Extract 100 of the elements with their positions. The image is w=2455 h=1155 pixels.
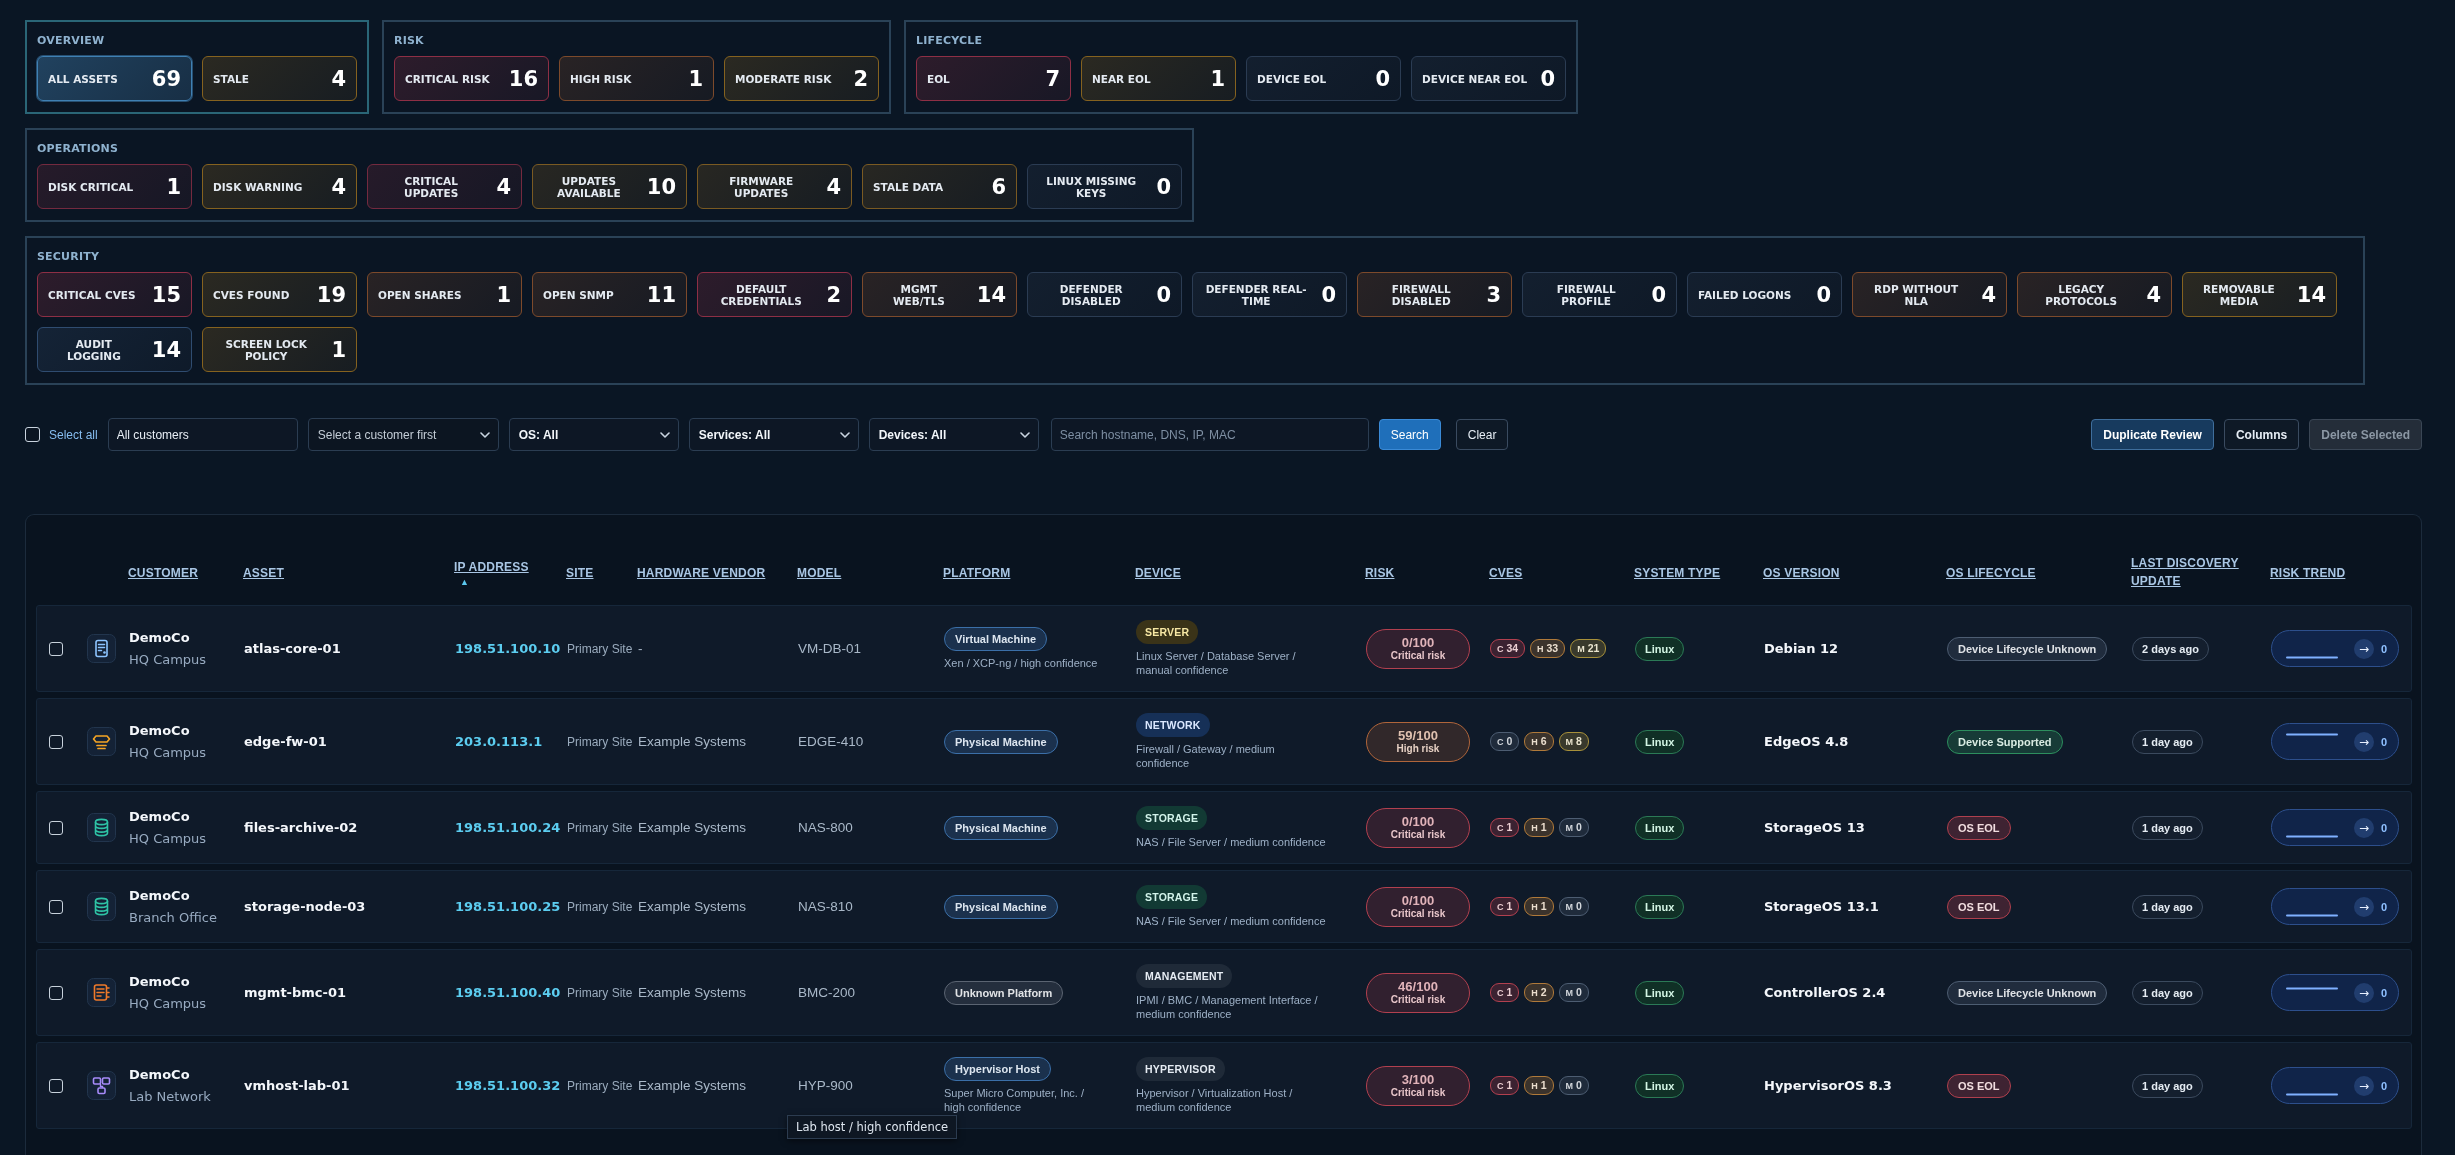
row-checkbox[interactable]	[49, 985, 63, 1000]
row-checkbox[interactable]	[49, 641, 63, 656]
column-header[interactable]: CVES	[1489, 563, 1523, 582]
row-checkbox[interactable]	[49, 1078, 63, 1093]
column-header[interactable]: SYSTEM TYPE	[1634, 563, 1721, 582]
card-label: MGMT WEB/TLS	[891, 282, 946, 307]
site-name: Primary Site	[567, 1077, 634, 1095]
os-version: EdgeOS 4.8	[1764, 734, 1850, 749]
column-header[interactable]: DEVICE	[1135, 563, 1181, 582]
tooltip: Lab host / high confidence	[787, 1115, 958, 1139]
risk-trend-pill[interactable]: → 0	[2271, 974, 2399, 1011]
summary-card[interactable]: DEFAULT CREDENTIALS 2	[697, 272, 852, 317]
filter-dropdown[interactable]: Devices: All	[868, 418, 1039, 451]
column-header[interactable]: IP ADDRESS	[454, 557, 529, 576]
card-count: 1	[331, 337, 346, 362]
asset-hostname: edge-fw-01	[244, 734, 328, 749]
platform-badge: Physical Machine	[944, 894, 1058, 919]
risk-trend-pill[interactable]: → 0	[2271, 888, 2399, 925]
column-header[interactable]: CUSTOMER	[128, 563, 199, 582]
clear-button[interactable]: Clear	[1455, 419, 1509, 450]
summary-card[interactable]: STALE 4	[202, 56, 357, 101]
device-detail: Hypervisor / Virtualization Host / medium confidence	[1136, 1086, 1294, 1114]
risk-label: Critical risk	[1390, 994, 1446, 1006]
risk-trend-sparkline	[2286, 913, 2338, 917]
device-detail: IPMI / BMC / Management Interface / medium confidence	[1136, 993, 1319, 1021]
summary-card[interactable]: STALE DATA 6	[862, 164, 1017, 209]
summary-card[interactable]: MGMT WEB/TLS 14	[862, 272, 1017, 317]
column-header[interactable]: RISK	[1365, 563, 1395, 582]
summary-card[interactable]: DEVICE NEAR EOL 0	[1411, 56, 1566, 101]
column-header[interactable]: HARDWARE VENDOR	[637, 563, 766, 582]
summary-card[interactable]: CRITICAL RISK 16	[394, 56, 549, 101]
column-header[interactable]: PLATFORM	[943, 563, 1011, 582]
row-checkbox[interactable]	[49, 899, 63, 914]
device-type-badge: STORAGE	[1136, 806, 1208, 830]
cve-count-badge: M 8	[1558, 732, 1589, 751]
select-all-checkbox[interactable]	[25, 427, 40, 442]
column-header[interactable]: OS LIFECYCLE	[1946, 563, 2036, 582]
summary-card[interactable]: EOL 7	[916, 56, 1071, 101]
summary-card[interactable]: CRITICAL CVES 15	[37, 272, 192, 317]
ip-address: 198.51.100.10	[455, 641, 562, 656]
summary-card[interactable]: MODERATE RISK 2	[724, 56, 879, 101]
summary-card[interactable]: CVES FOUND 19	[202, 272, 357, 317]
summary-card[interactable]: HIGH RISK 1	[559, 56, 714, 101]
summary-card[interactable]: DEFENDER REAL-TIME 0	[1192, 272, 1347, 317]
search-button[interactable]: Search	[1378, 419, 1441, 450]
summary-card[interactable]: SCREEN LOCK POLICY 1	[202, 327, 357, 372]
summary-card[interactable]: UPDATES AVAILABLE 10	[532, 164, 687, 209]
summary-card[interactable]: ALL ASSETS 69	[37, 56, 192, 101]
column-header[interactable]: LAST DISCOVERY UPDATE	[2131, 554, 2267, 590]
document-icon	[87, 634, 116, 663]
card-label: DEVICE EOL	[1257, 72, 1327, 85]
risk-trend-pill[interactable]: → 0	[2271, 630, 2399, 667]
summary-card[interactable]: LEGACY PROTOCOLS 4	[2017, 272, 2172, 317]
customer-field[interactable]: All customers	[107, 418, 298, 451]
summary-card[interactable]: OPEN SHARES 1	[367, 272, 522, 317]
row-checkbox[interactable]	[49, 734, 63, 749]
summary-card[interactable]: OPEN SNMP 11	[532, 272, 687, 317]
summary-card[interactable]: DEVICE EOL 0	[1246, 56, 1401, 101]
device-type-badge: MANAGEMENT	[1136, 964, 1233, 988]
summary-card[interactable]: NEAR EOL 1	[1081, 56, 1236, 101]
ip-address: 198.51.100.32	[455, 1078, 562, 1093]
summary-card[interactable]: DISK CRITICAL 1	[37, 164, 192, 209]
summary-card[interactable]: FIREWALL PROFILE 0	[1522, 272, 1677, 317]
duplicate-review-button[interactable]: Duplicate Review	[2091, 419, 2214, 450]
summary-card[interactable]: DEFENDER DISABLED 0	[1027, 272, 1182, 317]
risk-trend-pill[interactable]: → 0	[2271, 809, 2399, 846]
risk-trend-pill[interactable]: → 0	[2271, 723, 2399, 760]
select-all-label[interactable]: Select all	[49, 427, 98, 442]
site-name: Primary Site	[567, 819, 634, 837]
filter-dropdown[interactable]: OS: All	[508, 418, 679, 451]
summary-card[interactable]: AUDIT LOGGING 14	[37, 327, 192, 372]
column-header[interactable]: OS VERSION	[1763, 563, 1840, 582]
column-header[interactable]: ASSET	[243, 563, 284, 582]
summary-card[interactable]: DISK WARNING 4	[202, 164, 357, 209]
search-field[interactable]: Search hostname, DNS, IP, MAC	[1050, 418, 1369, 451]
card-label: CVES FOUND	[213, 288, 290, 301]
customer-location: HQ Campus	[129, 829, 208, 848]
summary-card[interactable]: RDP WITHOUT NLA 4	[1852, 272, 2007, 317]
card-label: MODERATE RISK	[735, 72, 832, 85]
filter-dropdown[interactable]: Services: All	[688, 418, 859, 451]
column-header[interactable]: RISK TREND	[2270, 563, 2346, 582]
platform-badge: Physical Machine	[944, 815, 1058, 840]
card-label: UPDATES AVAILABLE	[556, 174, 622, 199]
summary-card[interactable]: REMOVABLE MEDIA 14	[2182, 272, 2337, 317]
device-detail: NAS / File Server / medium confidence	[1136, 835, 1327, 849]
hardware-vendor: Example Systems	[638, 1078, 748, 1093]
column-header[interactable]: SITE	[566, 563, 594, 582]
summary-card[interactable]: FIREWALL DISABLED 3	[1357, 272, 1512, 317]
row-checkbox[interactable]	[49, 820, 63, 835]
summary-card[interactable]: LINUX MISSING KEYS 0	[1027, 164, 1182, 209]
customer-location: HQ Campus	[129, 650, 208, 669]
summary-card[interactable]: FAILED LOGONS 0	[1687, 272, 1842, 317]
column-header[interactable]: MODEL	[797, 563, 842, 582]
cve-count-badge: M 21	[1570, 639, 1607, 658]
card-count: 6	[991, 174, 1006, 199]
columns-button[interactable]: Columns	[2223, 419, 2300, 450]
summary-card[interactable]: FIRMWARE UPDATES 4	[697, 164, 852, 209]
card-label: FAILED LOGONS	[1698, 288, 1792, 301]
risk-trend-pill[interactable]: → 0	[2271, 1067, 2399, 1104]
summary-card[interactable]: CRITICAL UPDATES 4	[367, 164, 522, 209]
